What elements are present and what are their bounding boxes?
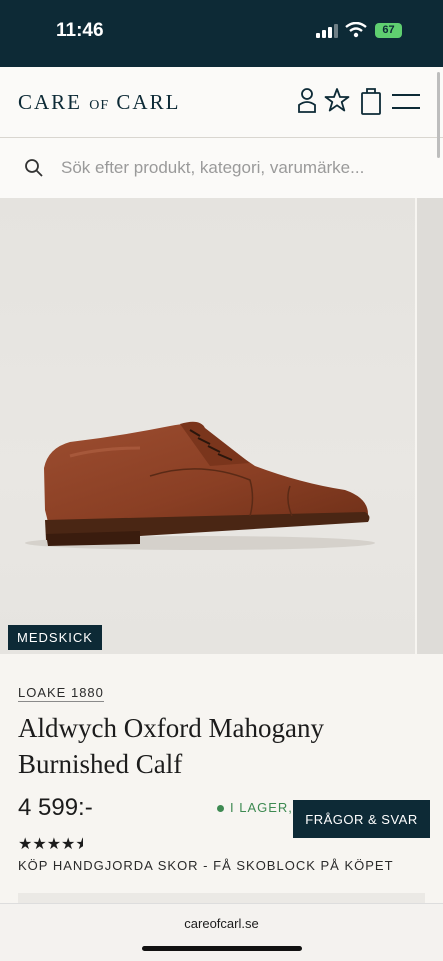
site-header: CARE OF CARL <box>0 67 443 138</box>
account-icon[interactable] <box>297 87 317 113</box>
browser-url[interactable]: careofcarl.se <box>0 916 443 931</box>
browser-bottom-bar: careofcarl.se <box>0 903 443 961</box>
home-indicator[interactable] <box>142 946 302 951</box>
battery-icon: 67 <box>375 23 402 38</box>
promo-text: KÖP HANDGJORDA SKOR - FÅ SKOBLOCK PÅ KÖP… <box>18 858 394 873</box>
rating-full-stars: ★★★★ <box>18 836 76 853</box>
delivery-badge: MEDSKICK <box>8 625 102 650</box>
half-star-icon: ★ <box>75 836 84 853</box>
logo-text-of: OF <box>89 98 110 113</box>
stock-status-dot <box>217 805 224 812</box>
clock: 11:46 <box>56 20 104 41</box>
stock-status: I LAGER, <box>230 800 293 815</box>
search-bar[interactable]: Sök efter produkt, kategori, varumärke..… <box>0 138 443 198</box>
next-section-preview <box>18 893 425 903</box>
scrollbar[interactable] <box>437 72 440 158</box>
product-brand-link[interactable]: LOAKE 1880 <box>18 685 104 702</box>
logo-text-2: CARL <box>116 90 181 114</box>
product-price: 4 599:- <box>18 794 93 821</box>
product-image[interactable] <box>0 198 415 654</box>
signal-icon <box>316 24 338 38</box>
next-image-peek[interactable] <box>417 198 443 654</box>
wifi-icon <box>345 22 367 38</box>
logo-text-1: CARE <box>18 90 83 114</box>
oxford-shoe-image <box>25 421 375 550</box>
wishlist-star-icon[interactable] <box>324 87 350 113</box>
rating-stars[interactable]: ★★★★★ <box>18 834 83 854</box>
status-bar: 11:46 67 <box>0 0 443 67</box>
search-input[interactable]: Sök efter produkt, kategori, varumärke..… <box>61 158 364 178</box>
logo[interactable]: CARE OF CARL <box>18 90 180 115</box>
search-icon <box>25 159 43 177</box>
battery-level: 67 <box>382 24 395 36</box>
product-title: Aldwych Oxford Mahogany Burnished Calf <box>18 713 324 779</box>
menu-icon[interactable] <box>392 94 420 110</box>
shopping-bag-icon[interactable] <box>360 87 382 115</box>
faq-button[interactable]: FRÅGOR & SVAR <box>293 800 430 838</box>
